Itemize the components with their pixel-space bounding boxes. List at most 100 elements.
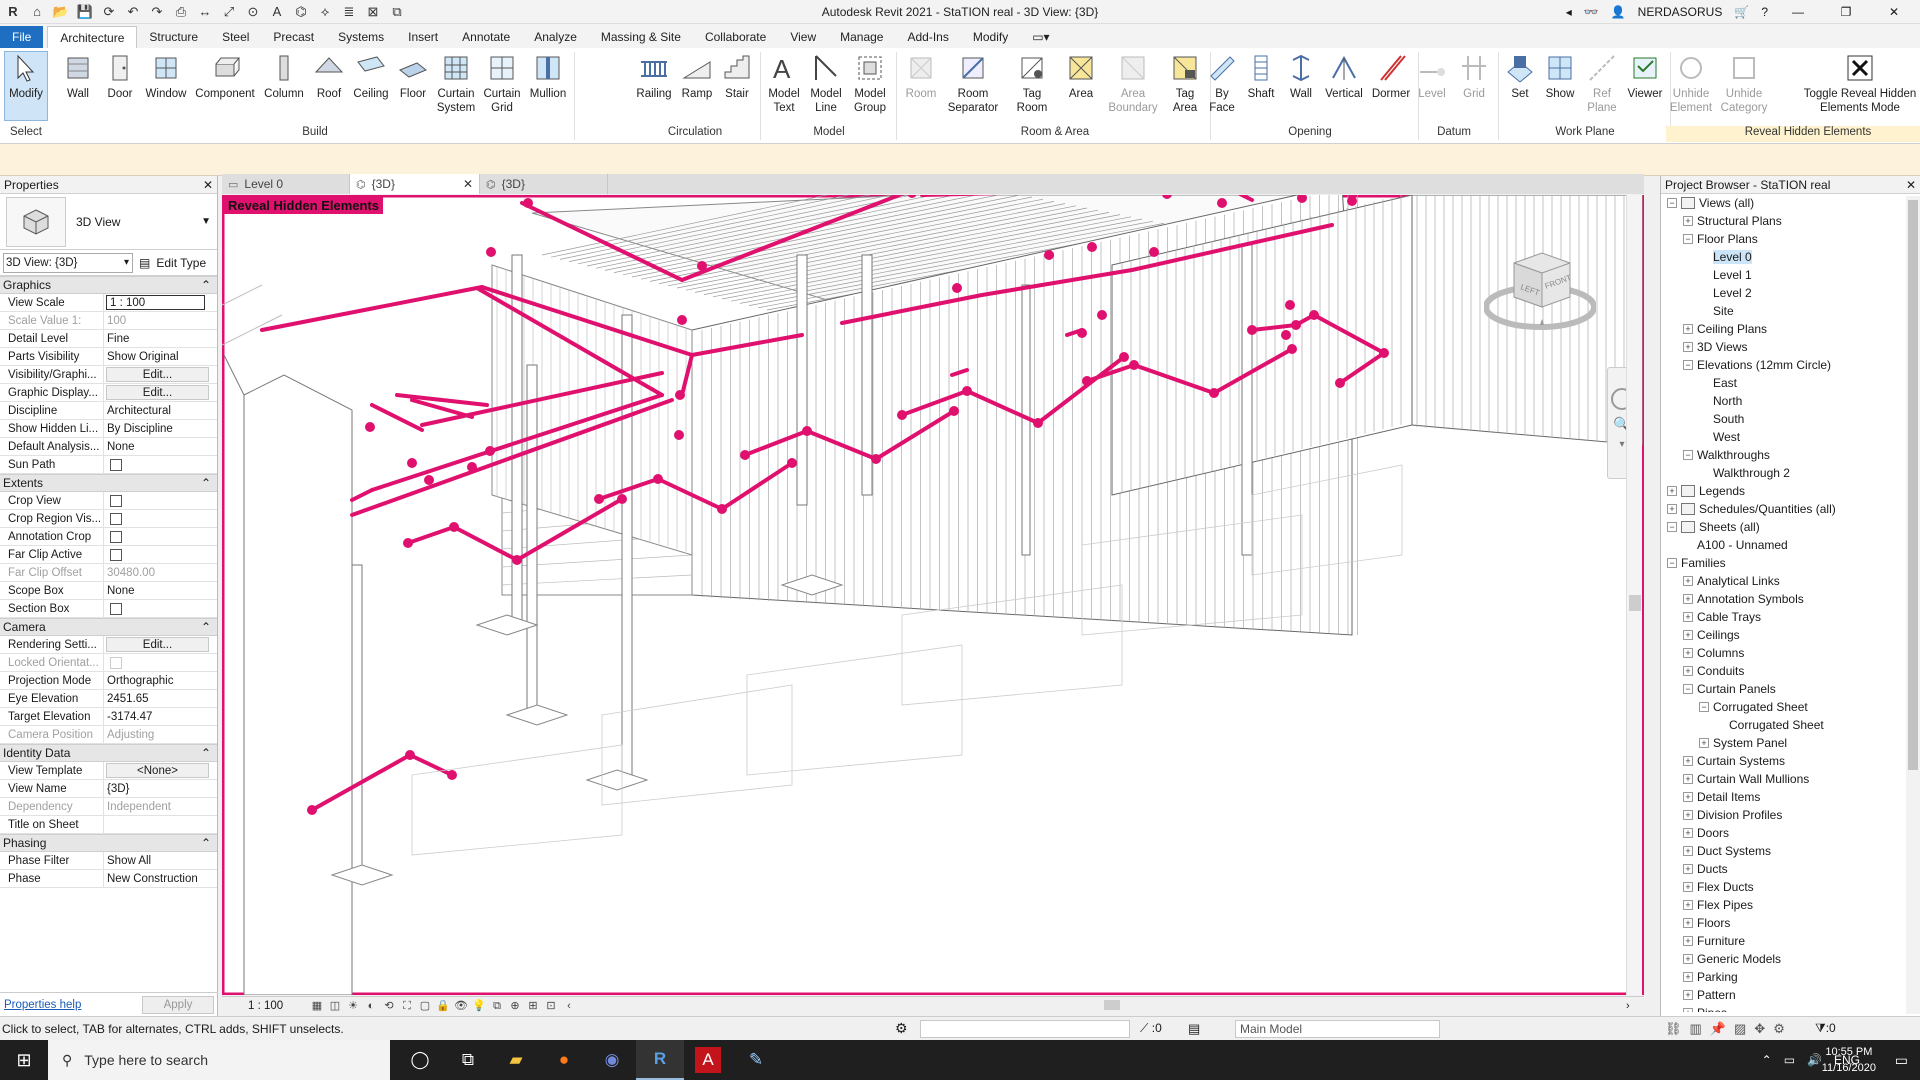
ref-plane-button[interactable]: Ref Plane	[1582, 52, 1622, 124]
notifications-icon[interactable]: ▭	[1895, 1052, 1908, 1069]
render-icon[interactable]: ⟲	[382, 1000, 396, 1012]
taskbar-search[interactable]: ⚲ Type here to search	[48, 1040, 390, 1080]
dormer-button[interactable]: Dormer	[1368, 52, 1414, 124]
tree-item[interactable]: + Ducts	[1661, 860, 1920, 878]
view-tab[interactable]: ▭ Level 0	[222, 174, 350, 194]
collapse-icon[interactable]: ⌃	[201, 746, 211, 760]
visual-style-icon[interactable]: ◫	[328, 1000, 342, 1012]
canvas-horizontal-scrollbar[interactable]	[824, 999, 1614, 1011]
tree-item[interactable]: + Ceilings	[1661, 626, 1920, 644]
select-links-icon[interactable]: ⛓	[1665, 1021, 1682, 1037]
tree-item[interactable]: − Corrugated Sheet	[1661, 698, 1920, 716]
modify-button[interactable]: Modify	[4, 51, 48, 121]
tree-item[interactable]: Corrugated Sheet	[1661, 716, 1920, 734]
tree-item[interactable]: − Views (all)	[1661, 194, 1920, 212]
tree-item[interactable]: + Analytical Links	[1661, 572, 1920, 590]
expand-icon[interactable]: +	[1683, 954, 1693, 964]
expand-icon[interactable]: +	[1667, 504, 1677, 514]
chevron-up-icon[interactable]: ⌃	[1762, 1053, 1772, 1067]
property-value[interactable]: Architectural	[104, 402, 217, 419]
windows-start-icon[interactable]: ⊞	[0, 1050, 48, 1071]
text-icon[interactable]: A	[268, 3, 286, 21]
property-edit-button[interactable]: Edit...	[106, 367, 209, 382]
reveal-hidden-icon[interactable]: 💡	[472, 1000, 486, 1012]
area-button[interactable]: Area	[1060, 52, 1102, 124]
property-value[interactable]: Show Original	[104, 348, 217, 365]
chevron-right-icon[interactable]: ›	[1626, 1000, 1630, 1012]
property-value[interactable]: Fine	[104, 330, 217, 347]
opening-wall-button[interactable]: Wall	[1282, 52, 1320, 124]
tab-modify[interactable]: Modify	[961, 26, 1020, 48]
tree-item[interactable]: + Columns	[1661, 644, 1920, 662]
properties-help-link[interactable]: Properties help	[4, 999, 81, 1011]
unhide-element-button[interactable]: Unhide Element	[1666, 52, 1716, 124]
railing-button[interactable]: Railing	[632, 52, 676, 124]
model-3d-scene[interactable]	[222, 195, 1644, 995]
tree-item[interactable]: A100 - Unnamed	[1661, 536, 1920, 554]
user-icon[interactable]: 👤	[1611, 5, 1626, 19]
curtain-grid-button[interactable]: Curtain Grid	[480, 52, 524, 124]
expand-icon[interactable]: +	[1683, 918, 1693, 928]
group-extents[interactable]: Extents ⌃	[0, 474, 217, 492]
shadows-icon[interactable]: ◐	[364, 1000, 378, 1012]
type-selector[interactable]: 3D View ▼	[0, 194, 217, 250]
3d-view-icon[interactable]: ⌬	[292, 3, 310, 21]
select-pinned-icon[interactable]: 📌	[1710, 1021, 1726, 1037]
collapse-icon[interactable]: ⌃	[201, 620, 211, 634]
property-edit-button[interactable]: <None>	[106, 763, 209, 778]
paint-icon[interactable]: ✎	[732, 1040, 780, 1080]
lock-view-icon[interactable]: 🔒	[436, 1000, 450, 1012]
tab-add-ins[interactable]: Add-Ins	[895, 26, 960, 48]
roof-button[interactable]: Roof	[310, 52, 348, 124]
shaft-button[interactable]: Shaft	[1242, 52, 1280, 124]
model-text-button[interactable]: A Model Text	[764, 52, 804, 124]
curtain-system-button[interactable]: Curtain System	[434, 52, 478, 124]
undo-icon[interactable]: ↶	[124, 3, 142, 21]
expand-icon[interactable]: +	[1683, 756, 1693, 766]
tree-item[interactable]: − Sheets (all)	[1661, 518, 1920, 536]
expand-icon[interactable]: +	[1683, 936, 1693, 946]
drag-elements-icon[interactable]: ✥	[1754, 1021, 1765, 1037]
model-line-button[interactable]: Model Line	[806, 52, 846, 124]
ceiling-button[interactable]: Ceiling	[350, 52, 392, 124]
group-identity-data[interactable]: Identity Data ⌃	[0, 744, 217, 762]
sun-path-icon[interactable]: ☀	[346, 1000, 360, 1012]
tree-item[interactable]: + System Panel	[1661, 734, 1920, 752]
print-icon[interactable]: ⎙	[172, 3, 190, 21]
circulation-panel-label[interactable]: Circulation	[632, 126, 758, 142]
select-by-face-icon[interactable]: ▨	[1734, 1021, 1746, 1037]
crop-icon[interactable]: ⛶	[400, 1000, 414, 1012]
select-underlay-icon[interactable]: ▥	[1690, 1021, 1702, 1037]
drawing-canvas[interactable]: Reveal Hidden Elements LEFT FRONT 🔍 ▾	[222, 195, 1644, 995]
expand-icon[interactable]: +	[1683, 774, 1693, 784]
close-button[interactable]: ✕	[1876, 5, 1912, 19]
tab-massing-site[interactable]: Massing & Site	[589, 26, 693, 48]
save-icon[interactable]: 💾	[76, 3, 94, 21]
tree-item[interactable]: West	[1661, 428, 1920, 446]
collapse-icon[interactable]: −	[1683, 360, 1693, 370]
tree-item[interactable]: Walkthrough 2	[1661, 464, 1920, 482]
tree-item[interactable]: + Pattern	[1661, 986, 1920, 1004]
property-value[interactable]: {3D}	[104, 780, 217, 797]
window-button[interactable]: Window	[142, 52, 190, 124]
close-icon[interactable]: ✕	[203, 178, 213, 192]
tree-item[interactable]: Level 2	[1661, 284, 1920, 302]
edit-type-icon[interactable]: ▤	[139, 256, 150, 270]
measure-icon[interactable]: ↔	[196, 3, 214, 21]
view-tab[interactable]: ⌬ {3D}	[480, 174, 608, 194]
tree-item[interactable]: + Furniture	[1661, 932, 1920, 950]
property-edit-button[interactable]: Edit...	[106, 385, 209, 400]
instance-selector[interactable]: 3D View: {3D}	[3, 252, 133, 273]
collapse-icon[interactable]: ⌃	[201, 836, 211, 850]
switch-windows-icon[interactable]: ⧉	[388, 3, 406, 21]
analysis-icon[interactable]: ⊞	[526, 1000, 540, 1012]
room-button[interactable]: Room	[902, 52, 940, 124]
expand-icon[interactable]: +	[1683, 648, 1693, 658]
expand-icon[interactable]: +	[1683, 342, 1693, 352]
tree-item[interactable]: + Schedules/Quantities (all)	[1661, 500, 1920, 518]
tree-item[interactable]: + Flex Pipes	[1661, 896, 1920, 914]
vertical-button[interactable]: Vertical	[1322, 52, 1366, 124]
task-view-icon[interactable]: ⧉	[444, 1040, 492, 1080]
tree-item[interactable]: + Parking	[1661, 968, 1920, 986]
property-value[interactable]: Orthographic	[104, 672, 217, 689]
